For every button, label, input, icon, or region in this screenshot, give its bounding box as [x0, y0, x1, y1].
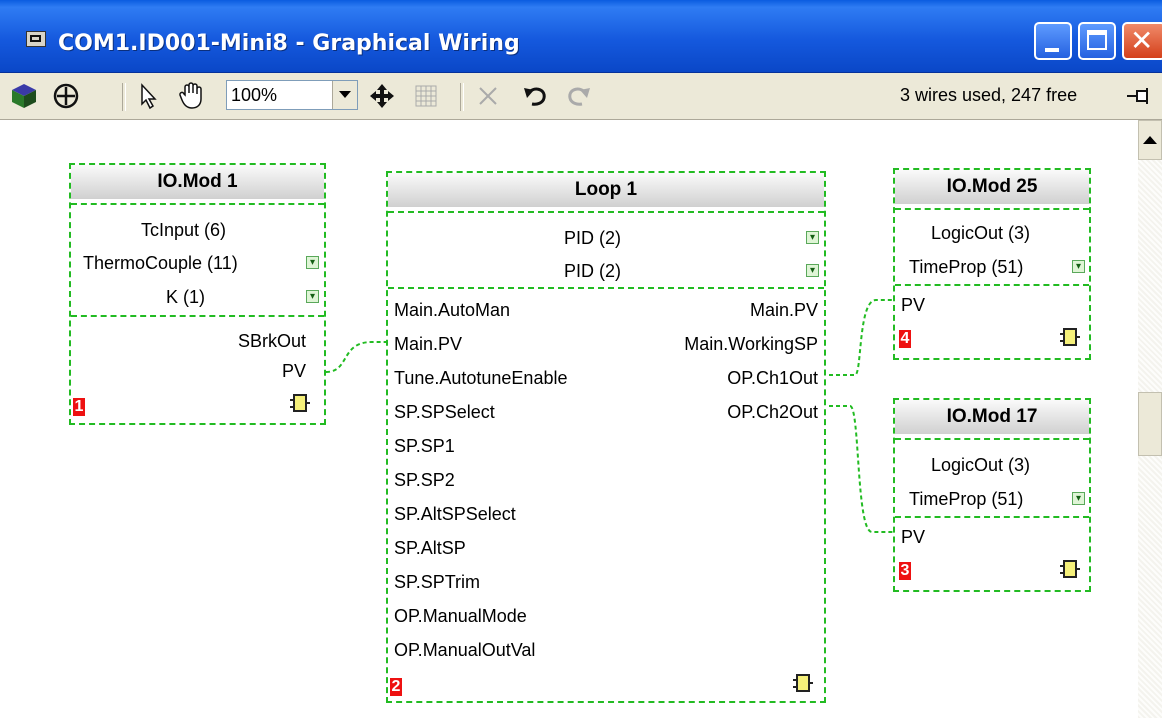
block-index-badge: 1: [73, 398, 85, 416]
wire-loop1-ch1out-to-iomod25-pv: [822, 299, 896, 376]
dropdown-icon[interactable]: ▾: [806, 231, 819, 244]
chevron-up-icon: [1143, 136, 1157, 144]
dropdown-icon[interactable]: ▾: [306, 290, 319, 303]
block-title[interactable]: IO.Mod 1: [71, 165, 324, 199]
input-pin[interactable]: SP.SPTrim: [394, 571, 480, 593]
block-index-badge: 4: [899, 330, 911, 348]
scroll-thumb[interactable]: [1138, 392, 1162, 456]
block-iomod17[interactable]: IO.Mod 17 LogicOut (3) TimeProp (51) ▾ P…: [893, 398, 1091, 592]
input-pin-pv[interactable]: PV: [901, 526, 925, 548]
output-pin[interactable]: Main.WorkingSP: [684, 333, 818, 355]
input-pin[interactable]: Main.AutoMan: [394, 299, 510, 321]
block-iomod1[interactable]: IO.Mod 1 TcInput (6) ThermoCouple (11) ▾…: [69, 163, 326, 425]
divider: [71, 315, 324, 317]
block-iomod25[interactable]: IO.Mod 25 LogicOut (3) TimeProp (51) ▾ P…: [893, 168, 1091, 360]
connector-icon[interactable]: [290, 394, 310, 412]
block-index-badge: 2: [390, 678, 402, 696]
block-loop1[interactable]: Loop 1 PID (2) ▾ PID (2) ▾ Main.AutoMan …: [386, 171, 826, 703]
divider: [895, 284, 1089, 286]
block-index-badge: 3: [899, 562, 911, 580]
dropdown-icon[interactable]: ▾: [1072, 492, 1085, 505]
param-label: TcInput (6): [141, 220, 227, 240]
input-pin[interactable]: SP.SP1: [394, 435, 455, 457]
divider: [895, 438, 1089, 440]
output-pin[interactable]: OP.Ch2Out: [727, 401, 818, 423]
block-title[interactable]: Loop 1: [388, 173, 824, 207]
input-pin[interactable]: SP.SPSelect: [394, 401, 495, 423]
param-label: LogicOut (3): [931, 223, 1031, 243]
block-title[interactable]: IO.Mod 17: [895, 400, 1089, 434]
input-pin[interactable]: Main.PV: [394, 333, 462, 355]
divider: [388, 287, 824, 289]
connector-icon[interactable]: [793, 674, 813, 692]
wire-iomod1-pv-to-loop1-mainpv: [325, 341, 388, 373]
input-pin-pv[interactable]: PV: [901, 294, 925, 316]
divider: [895, 208, 1089, 210]
output-pin-sbrkout[interactable]: SBrkOut: [238, 330, 306, 352]
param-label: PID (2): [564, 228, 622, 248]
param-label: PID (2): [564, 261, 622, 281]
connector-icon[interactable]: [1060, 560, 1080, 578]
divider: [895, 516, 1089, 518]
input-pin[interactable]: Tune.AutotuneEnable: [394, 367, 567, 389]
param-label: TimeProp (51): [909, 489, 1024, 509]
input-pin[interactable]: OP.ManualMode: [394, 605, 527, 627]
dropdown-icon[interactable]: ▾: [806, 264, 819, 277]
input-pin[interactable]: SP.AltSP: [394, 537, 466, 559]
wire-loop1-ch2out-to-iomod17-pv: [822, 405, 896, 533]
divider: [388, 211, 824, 213]
param-label: ThermoCouple (11): [83, 253, 238, 273]
output-pin[interactable]: Main.PV: [750, 299, 818, 321]
scroll-up-button[interactable]: [1138, 120, 1162, 160]
input-pin[interactable]: SP.AltSPSelect: [394, 503, 516, 525]
input-pin[interactable]: OP.ManualOutVal: [394, 639, 535, 661]
dropdown-icon[interactable]: ▾: [306, 256, 319, 269]
output-pin[interactable]: OP.Ch1Out: [727, 367, 818, 389]
divider: [71, 203, 324, 205]
param-label: K (1): [166, 287, 206, 307]
param-label: TimeProp (51): [909, 257, 1024, 277]
dropdown-icon[interactable]: ▾: [1072, 260, 1085, 273]
output-pin-pv[interactable]: PV: [282, 360, 306, 382]
input-pin[interactable]: SP.SP2: [394, 469, 455, 491]
connector-icon[interactable]: [1060, 328, 1080, 346]
param-label: LogicOut (3): [931, 455, 1031, 475]
block-title[interactable]: IO.Mod 25: [895, 170, 1089, 204]
